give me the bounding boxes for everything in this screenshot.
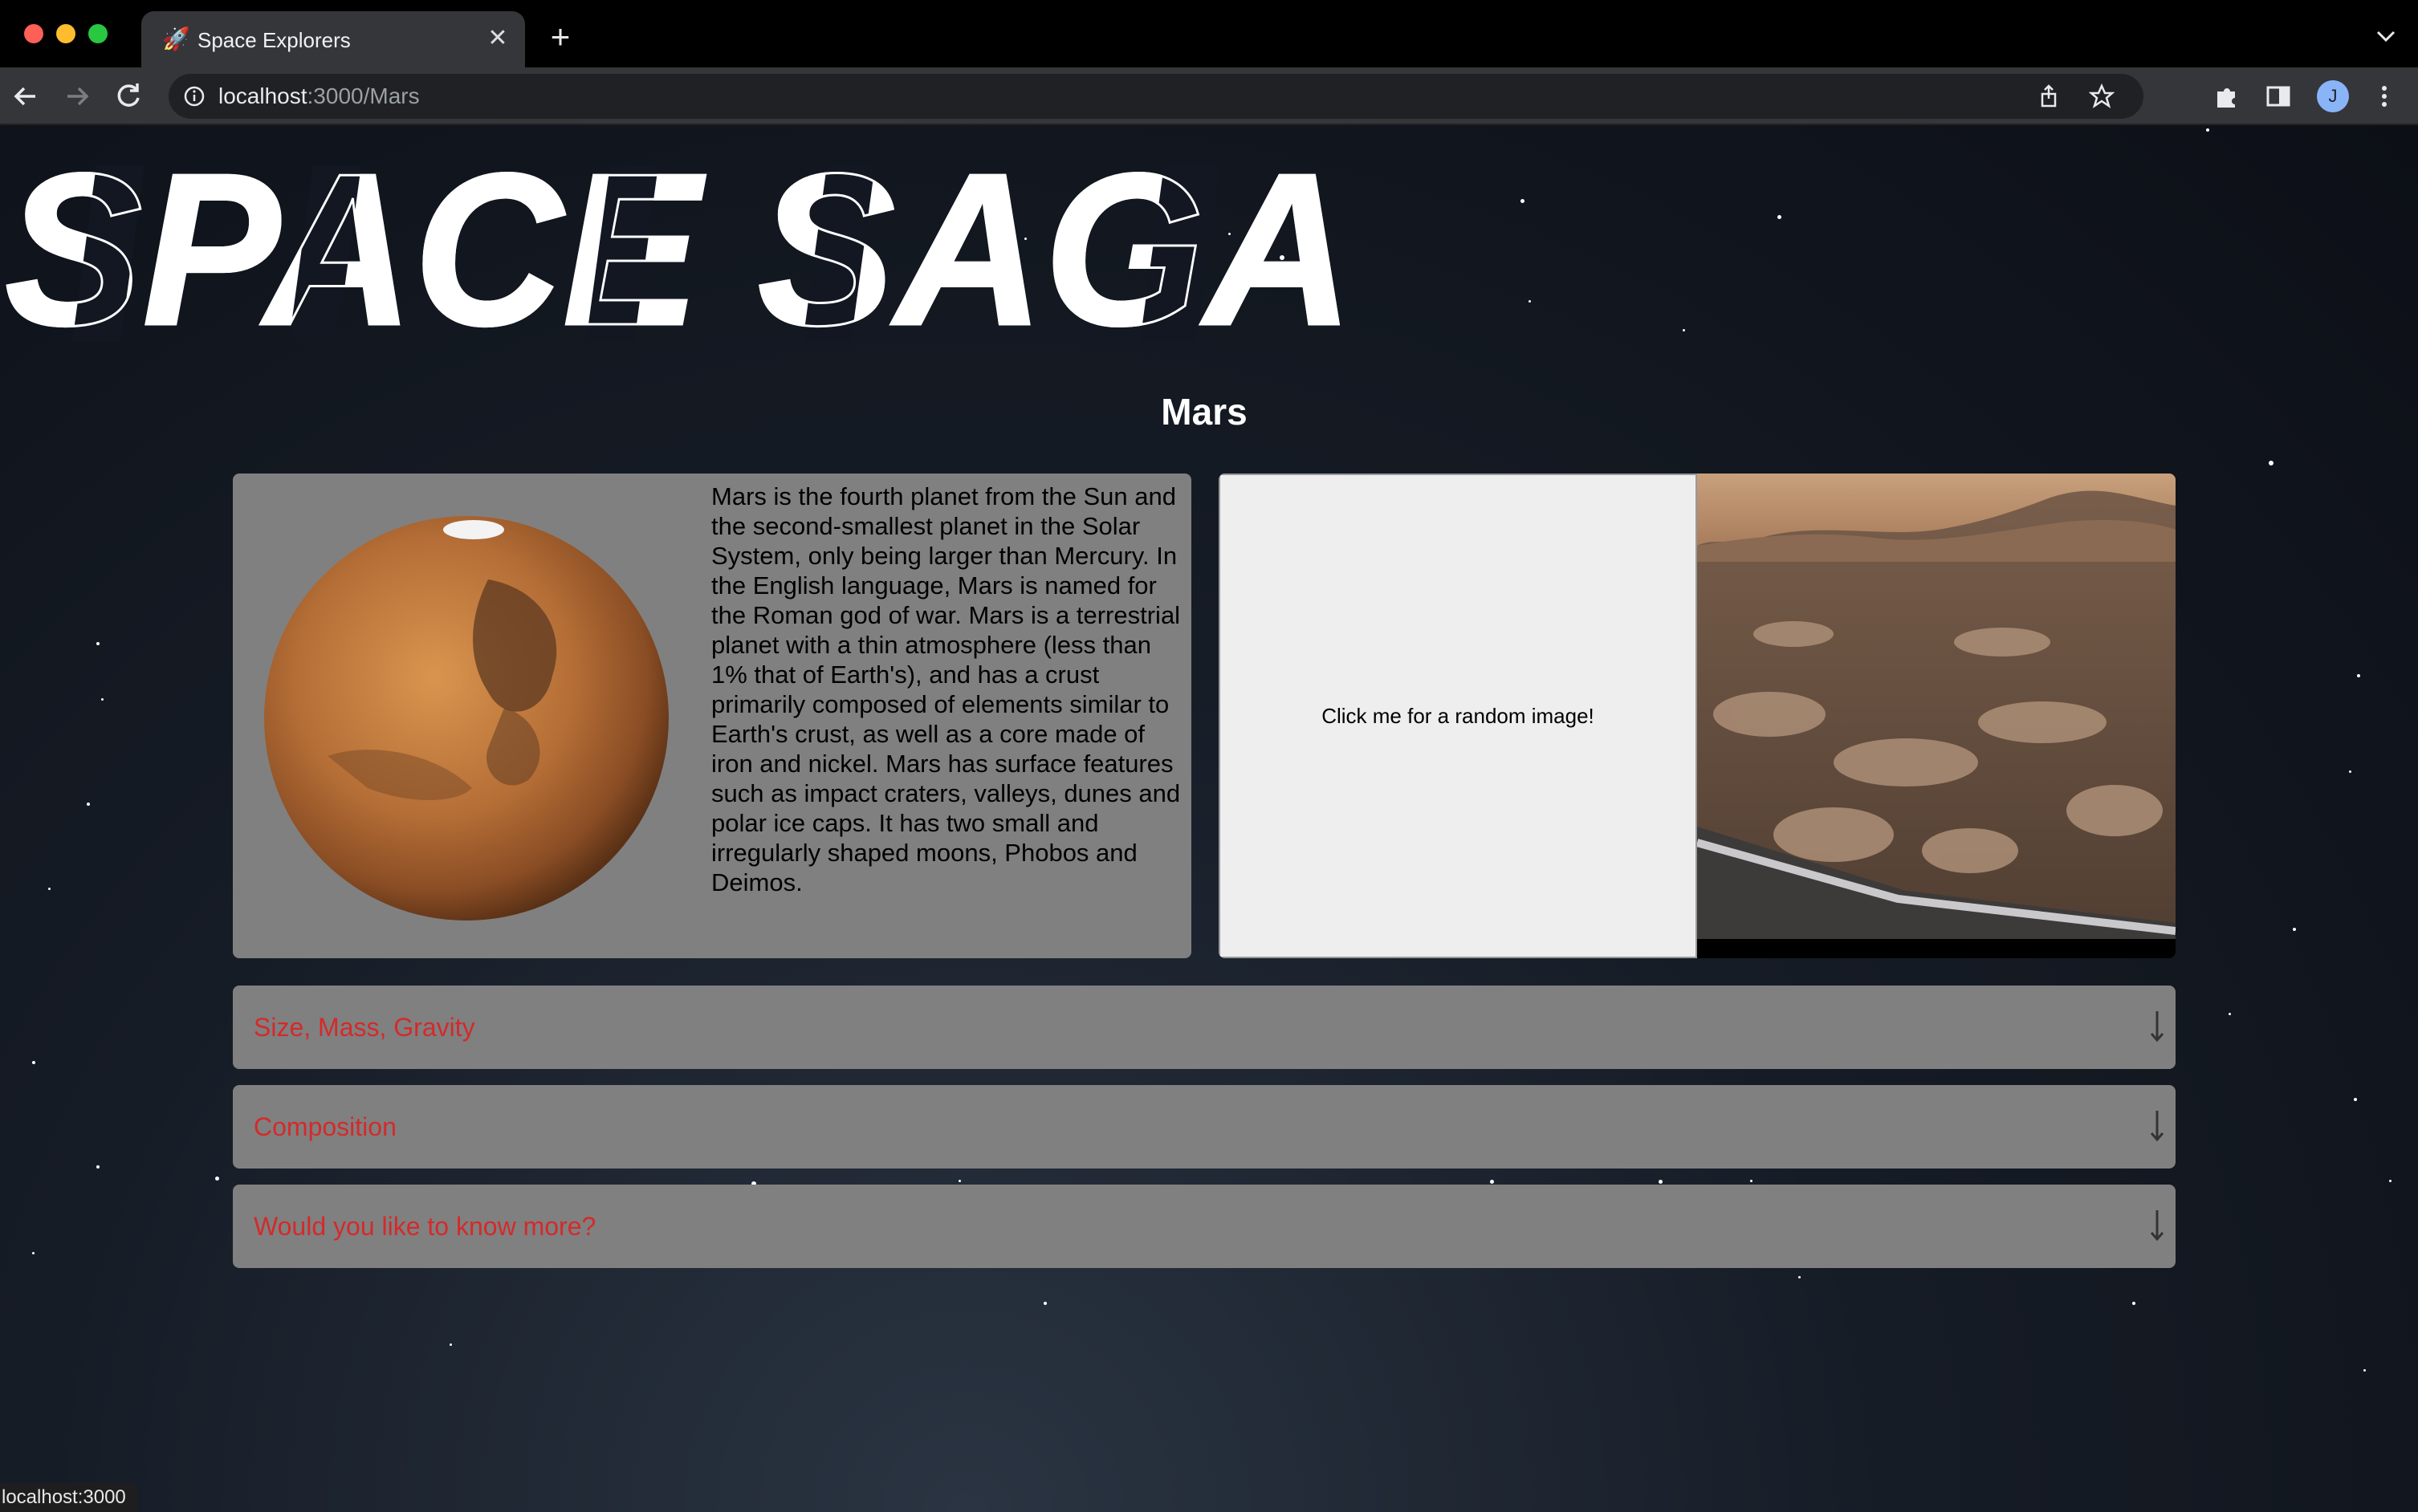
reload-icon[interactable] [111, 79, 146, 114]
back-arrow-icon[interactable] [8, 79, 43, 114]
star [450, 1343, 452, 1346]
browser-tab[interactable]: 🚀 Space Explorers ✕ [141, 11, 525, 67]
extensions-puzzle-icon[interactable] [2212, 82, 2241, 111]
star [1683, 329, 1685, 331]
tab-close-icon[interactable]: ✕ [483, 24, 512, 53]
star [1529, 300, 1531, 303]
star [2132, 1302, 2135, 1305]
star [32, 1252, 35, 1254]
star [32, 1061, 35, 1064]
accordion-composition[interactable]: Composition [233, 1085, 2176, 1169]
mars-surface-photo [1697, 474, 2176, 958]
star [96, 642, 100, 645]
chevron-down-icon[interactable] [2373, 24, 2399, 48]
window-zoom-button[interactable] [88, 24, 108, 43]
status-url: localhost:3000 [2, 1486, 126, 1508]
star [1044, 1302, 1047, 1305]
star [2293, 928, 2296, 931]
profile-avatar[interactable]: J [2317, 80, 2349, 112]
star [87, 803, 90, 806]
rocket-icon: 🚀 [162, 26, 190, 51]
star [2363, 1369, 2366, 1372]
bookmark-star-icon[interactable] [2089, 83, 2115, 109]
star [2357, 674, 2360, 677]
browser-tab-bar: 🚀 Space Explorers ✕ + [0, 0, 2418, 67]
star [1777, 215, 1781, 219]
page-content: SPACE SAGA SPACE SAGA Mars Mars is the f… [0, 125, 2418, 1512]
star [2206, 128, 2209, 132]
star [2354, 1098, 2357, 1101]
star [48, 888, 51, 890]
more-menu-icon[interactable] [2370, 82, 2399, 111]
browser-toolbar: localhost:3000/Mars J [0, 67, 2418, 125]
site-title-logo: SPACE SAGA SPACE SAGA [4, 149, 1355, 350]
link-status-bar: localhost:3000 [0, 1483, 137, 1512]
star [1490, 1180, 1494, 1184]
site-info-icon[interactable] [183, 85, 206, 108]
star [101, 698, 104, 701]
star [1750, 1180, 1752, 1182]
mars-planet-image [264, 516, 669, 921]
url-host: localhost [218, 83, 307, 108]
url-text: localhost:3000/Mars [218, 83, 420, 109]
arrow-down-icon [2150, 1210, 2164, 1242]
star [1520, 199, 1524, 203]
star [215, 1177, 219, 1181]
address-bar[interactable]: localhost:3000/Mars [169, 74, 2143, 119]
url-path: :3000/Mars [307, 83, 420, 108]
arrow-down-icon [2150, 1011, 2164, 1043]
site-title-outline: SPACE SAGA [5, 149, 1354, 350]
planet-info-card: Mars is the fourth planet from the Sun a… [233, 474, 1191, 958]
window-close-button[interactable] [24, 24, 43, 43]
accordion-label: Composition [254, 1112, 397, 1141]
accordion-label: Size, Mass, Gravity [254, 1013, 475, 1042]
forward-arrow-icon[interactable] [59, 79, 95, 114]
planet-description: Mars is the fourth planet from the Sun a… [711, 482, 1181, 896]
star [1798, 1276, 1801, 1278]
new-tab-button[interactable]: + [544, 20, 576, 54]
star [959, 1180, 961, 1182]
tab-title: Space Explorers [197, 28, 351, 52]
star [2389, 1180, 2392, 1182]
star [96, 1165, 100, 1169]
star [1659, 1180, 1663, 1184]
star [2349, 770, 2351, 773]
accordion-know-more[interactable]: Would you like to know more? [233, 1185, 2176, 1268]
image-gallery: Click me for a random image! [1219, 474, 2176, 958]
arrow-down-icon [2150, 1111, 2164, 1142]
window-minimize-button[interactable] [56, 24, 75, 43]
planet-name-heading: Mars [1161, 391, 1248, 433]
accordion-label: Would you like to know more? [254, 1212, 596, 1241]
side-panel-icon[interactable] [2264, 82, 2293, 111]
star [2229, 1013, 2231, 1015]
random-image-button[interactable]: Click me for a random image! [1219, 474, 1697, 958]
accordion-size-mass-gravity[interactable]: Size, Mass, Gravity [233, 986, 2176, 1069]
star [2269, 461, 2273, 465]
share-icon[interactable] [2036, 83, 2062, 109]
